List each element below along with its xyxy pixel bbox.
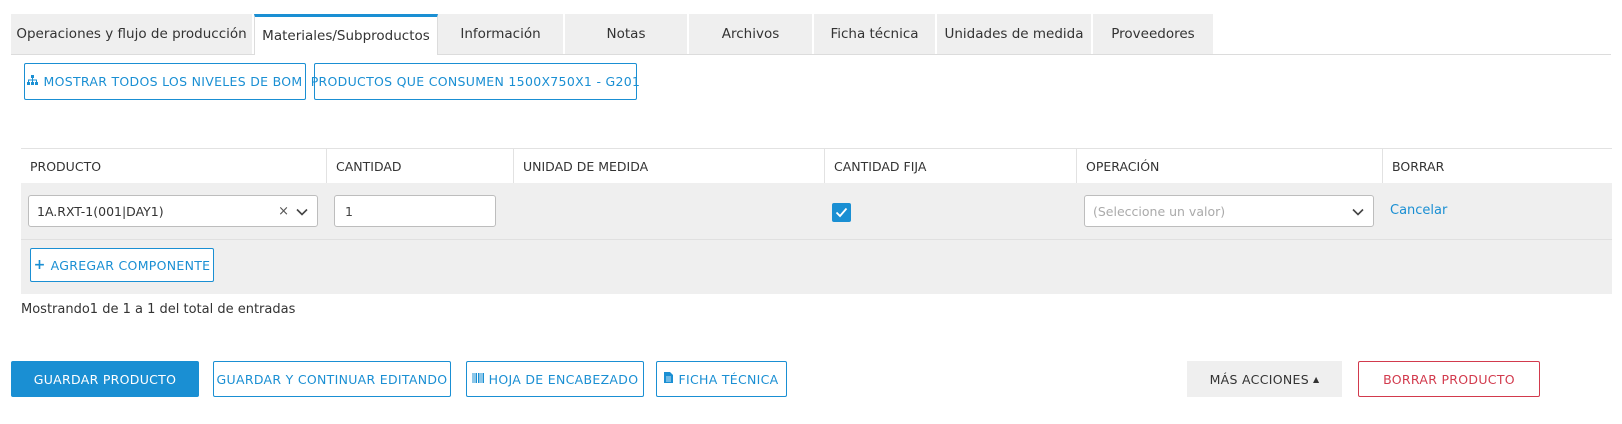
delete-product-button[interactable]: BORRAR PRODUCTO (1358, 361, 1540, 397)
sitemap-icon (27, 75, 39, 88)
col-cantidad: CANTIDAD (326, 149, 513, 184)
operation-select[interactable]: (Seleccione un valor) (1084, 195, 1374, 227)
consuming-products-label: PRODUCTOS QUE CONSUMEN 1500X750X1 - G201 (310, 74, 641, 89)
save-product-button[interactable]: GUARDAR PRODUCTO (11, 361, 199, 397)
product-value: 1A.RXT-1(001|DAY1) (37, 203, 164, 219)
col-cantidad-fija: CANTIDAD FIJA (824, 149, 1076, 184)
quantity-value: 1 (345, 203, 353, 219)
tab-unidades-medida[interactable]: Unidades de medida (937, 14, 1093, 54)
chevron-down-icon[interactable] (295, 205, 309, 219)
fixed-quantity-checkbox[interactable] (832, 203, 851, 222)
add-component-label: AGREGAR COMPONENTE (50, 257, 211, 273)
show-bom-levels-button[interactable]: MOSTRAR TODOS LOS NIVELES DE BOM (24, 63, 306, 100)
show-bom-levels-label: MOSTRAR TODOS LOS NIVELES DE BOM (43, 74, 303, 89)
consuming-products-button[interactable]: PRODUCTOS QUE CONSUMEN 1500X750X1 - G201 (311, 63, 640, 100)
tab-bar: Operaciones y flujo de producción Materi… (11, 14, 1611, 55)
tab-proveedores[interactable]: Proveedores (1093, 14, 1215, 54)
col-operacion: OPERACIÓN (1076, 149, 1382, 184)
more-actions-button[interactable]: MÁS ACCIONES ▲ (1187, 361, 1342, 397)
save-continue-label: GUARDAR Y CONTINUAR EDITANDO (216, 371, 448, 387)
entries-info: Mostrando1 de 1 a 1 del total de entrada… (21, 302, 296, 317)
add-component-row: + AGREGAR COMPONENTE (21, 239, 1612, 294)
chevron-down-icon (1352, 208, 1364, 216)
save-continue-button[interactable]: GUARDAR Y CONTINUAR EDITANDO (213, 361, 451, 397)
barcode-icon (472, 372, 484, 386)
plus-icon: + (33, 257, 46, 273)
tab-ficha-tecnica[interactable]: Ficha técnica (814, 14, 937, 54)
more-actions-label: MÁS ACCIONES (1209, 371, 1309, 387)
tech-sheet-button[interactable]: FICHA TÉCNICA (656, 361, 787, 397)
table-header: PRODUCTO CANTIDAD UNIDAD DE MEDIDA CANTI… (21, 148, 1612, 184)
header-sheet-button[interactable]: HOJA DE ENCABEZADO (466, 361, 644, 397)
components-table: PRODUCTO CANTIDAD UNIDAD DE MEDIDA CANTI… (21, 148, 1612, 294)
save-product-label: GUARDAR PRODUCTO (33, 371, 177, 387)
table-row: 1A.RXT-1(001|DAY1) × 1 (Seleccione un va… (21, 183, 1612, 239)
delete-product-label: BORRAR PRODUCTO (1383, 371, 1515, 387)
operation-placeholder: (Seleccione un valor) (1093, 203, 1226, 219)
tab-notas[interactable]: Notas (565, 14, 689, 54)
check-icon (835, 207, 848, 218)
caret-up-icon: ▲ (1312, 374, 1320, 384)
add-component-button[interactable]: + AGREGAR COMPONENTE (30, 248, 214, 282)
tab-operaciones[interactable]: Operaciones y flujo de producción (11, 14, 254, 54)
tech-sheet-label: FICHA TÉCNICA (678, 371, 779, 387)
col-producto: PRODUCTO (30, 159, 102, 174)
product-select[interactable]: 1A.RXT-1(001|DAY1) × (28, 195, 318, 227)
tab-archivos[interactable]: Archivos (689, 14, 814, 54)
tab-materiales[interactable]: Materiales/Subproductos (254, 14, 438, 55)
col-unidad-medida: UNIDAD DE MEDIDA (513, 149, 824, 184)
col-borrar: BORRAR (1382, 149, 1612, 184)
quantity-input[interactable]: 1 (334, 195, 496, 227)
cancel-link[interactable]: Cancelar (1390, 203, 1447, 218)
clear-icon[interactable]: × (278, 204, 289, 219)
tab-informacion[interactable]: Información (438, 14, 565, 54)
header-sheet-label: HOJA DE ENCABEZADO (488, 371, 639, 387)
file-icon (664, 372, 674, 386)
